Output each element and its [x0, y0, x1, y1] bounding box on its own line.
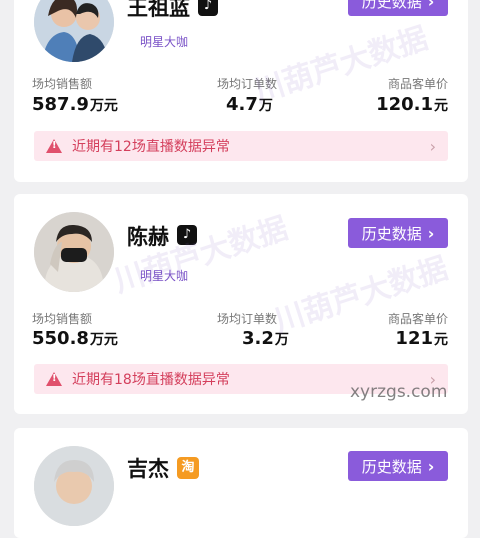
streamer-card[interactable]: 吉杰 淘 历史数据 › — [14, 428, 468, 538]
stat-value-avg-sales: 587.9万元 — [32, 94, 118, 115]
tiktok-icon: ♪ — [198, 0, 218, 16]
warning-icon — [46, 372, 62, 386]
site-watermark: xyrzgs.com — [350, 382, 448, 402]
history-data-button[interactable]: 历史数据 › — [348, 218, 448, 248]
stat-label-avg-orders: 场均订单数 — [217, 77, 278, 91]
streamer-card[interactable]: 王祖蓝 ♪ 明星大咖 历史数据 › 场均销售额 587.9万元 场均订单数 4.… — [14, 0, 468, 182]
category-tag: 明星大咖 — [140, 35, 189, 49]
chevron-right-icon: › — [429, 136, 436, 156]
history-data-button[interactable]: 历史数据 › — [348, 0, 448, 16]
stat-value-unit-price: 121元 — [395, 328, 448, 349]
stat-value-avg-sales: 550.8万元 — [32, 328, 118, 349]
stat-value-unit-price: 120.1元 — [376, 94, 448, 115]
stat-label-avg-orders: 场均订单数 — [217, 312, 278, 326]
warning-icon — [46, 139, 62, 153]
streamer-name: 吉杰 — [127, 457, 169, 481]
avatar[interactable] — [34, 446, 114, 526]
chevron-right-icon: › — [427, 456, 435, 476]
stat-label-avg-sales: 场均销售额 — [32, 312, 93, 326]
category-tag: 明星大咖 — [140, 269, 189, 283]
history-data-label: 历史数据 — [361, 0, 422, 11]
stat-label-avg-sales: 场均销售额 — [32, 77, 93, 91]
tiktok-icon: ♪ — [177, 225, 197, 245]
chevron-right-icon: › — [427, 223, 435, 243]
history-data-button[interactable]: 历史数据 › — [348, 451, 448, 481]
history-data-label: 历史数据 — [361, 224, 422, 243]
anomaly-alert[interactable]: 近期有12场直播数据异常 › — [34, 131, 448, 161]
history-data-label: 历史数据 — [361, 457, 422, 476]
anomaly-alert-text: 近期有12场直播数据异常 — [72, 139, 230, 155]
avatar[interactable] — [34, 0, 114, 62]
anomaly-alert-text: 近期有18场直播数据异常 — [72, 372, 230, 388]
stat-value-avg-orders: 4.7万 — [226, 94, 273, 115]
taobao-icon: 淘 — [177, 457, 199, 479]
stat-label-unit-price: 商品客单价 — [387, 312, 448, 326]
avatar[interactable] — [34, 212, 114, 292]
chevron-right-icon: › — [427, 0, 435, 11]
stat-value-avg-orders: 3.2万 — [242, 328, 289, 349]
stat-label-unit-price: 商品客单价 — [387, 77, 448, 91]
streamer-name: 王祖蓝 — [127, 0, 190, 20]
streamer-name: 陈赫 — [127, 225, 169, 249]
streamer-card[interactable]: 陈赫 ♪ 明星大咖 历史数据 › 场均销售额 550.8万元 场均订单数 3.2… — [14, 194, 468, 414]
